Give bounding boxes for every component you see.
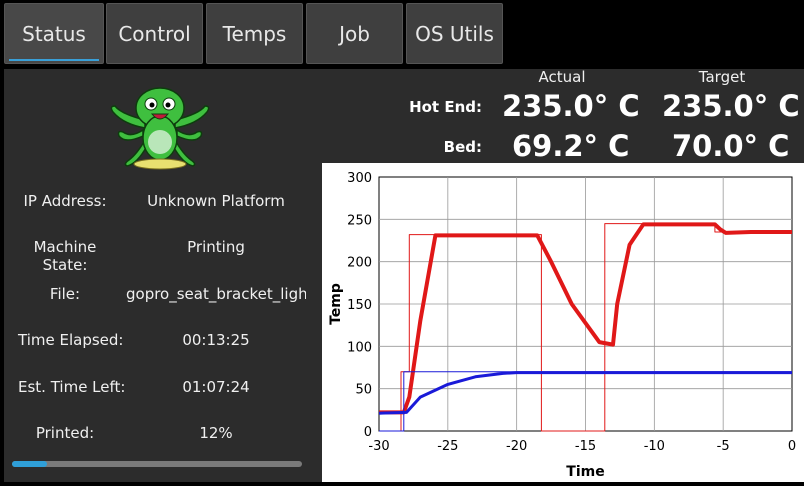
time-left-value: 01:07:24 — [182, 378, 250, 396]
x-axis-label: Time — [566, 464, 604, 480]
y-tick-label: 300 — [347, 171, 372, 186]
tab-temps-label: Temps — [222, 21, 287, 46]
bed-label: Bed: — [443, 138, 482, 156]
printed-value: 12% — [199, 424, 233, 442]
actual-header: Actual — [538, 68, 586, 86]
octoprint-logo-icon — [110, 87, 210, 170]
y-axis-label: Temp — [328, 283, 344, 325]
tab-job-label: Job — [339, 21, 370, 46]
tab-job[interactable]: Job — [306, 3, 403, 64]
y-tick-label: 0 — [364, 425, 372, 440]
tab-bar: Status Control Temps Job OS Utils — [0, 0, 804, 66]
file-label: File: — [49, 285, 81, 303]
tab-os-utils[interactable]: OS Utils — [406, 3, 503, 64]
file-value: gopro_seat_bracket_light0 — [126, 285, 306, 303]
target-header: Target — [698, 68, 746, 86]
print-progress-bar — [12, 461, 302, 467]
x-tick-label: -20 — [506, 439, 527, 454]
bed-actual-value: 69.2° C — [512, 129, 630, 163]
x-tick-label: -30 — [368, 439, 389, 454]
ip-address-label: IP Address: — [23, 192, 107, 210]
y-tick-label: 200 — [347, 256, 372, 271]
tab-control[interactable]: Control — [106, 3, 203, 64]
y-tick-label: 250 — [347, 213, 372, 228]
active-tab-indicator — [9, 59, 99, 61]
bed-target-value: 70.0° C — [672, 129, 790, 163]
y-tick-label: 100 — [347, 340, 372, 355]
hotend-actual-value: 235.0° C — [502, 89, 640, 123]
hotend-label: Hot End: — [409, 98, 482, 116]
temperature-chart: -30 -25 -20 -15 -10 -5 0 0 50 100 150 200 250 300 Time… — [322, 163, 804, 482]
tab-status-label: Status — [22, 21, 86, 46]
y-tick-label: 150 — [347, 298, 372, 313]
y-tick-label: 50 — [355, 383, 372, 398]
machine-state-label: Machine State: — [33, 238, 97, 274]
x-tick-label: -5 — [717, 439, 730, 454]
x-tick-label: 0 — [788, 439, 796, 454]
x-tick-label: -25 — [437, 439, 458, 454]
x-tick-label: -15 — [575, 439, 596, 454]
tab-os-utils-label: OS Utils — [415, 21, 494, 46]
ip-address-value: Unknown Platform — [147, 192, 285, 210]
print-progress-fill — [12, 461, 47, 467]
x-tick-label: -10 — [644, 439, 665, 454]
tab-temps[interactable]: Temps — [206, 3, 303, 64]
time-elapsed-value: 00:13:25 — [182, 331, 250, 349]
printed-label: Printed: — [35, 424, 95, 442]
machine-state-value: Printing — [187, 238, 245, 256]
hotend-target-value: 235.0° C — [662, 89, 800, 123]
tab-status[interactable]: Status — [4, 3, 104, 64]
temperature-chart-svg: -30 -25 -20 -15 -10 -5 0 0 50 100 150 200 250 300 Time… — [328, 171, 796, 480]
tab-control-label: Control — [118, 21, 191, 46]
